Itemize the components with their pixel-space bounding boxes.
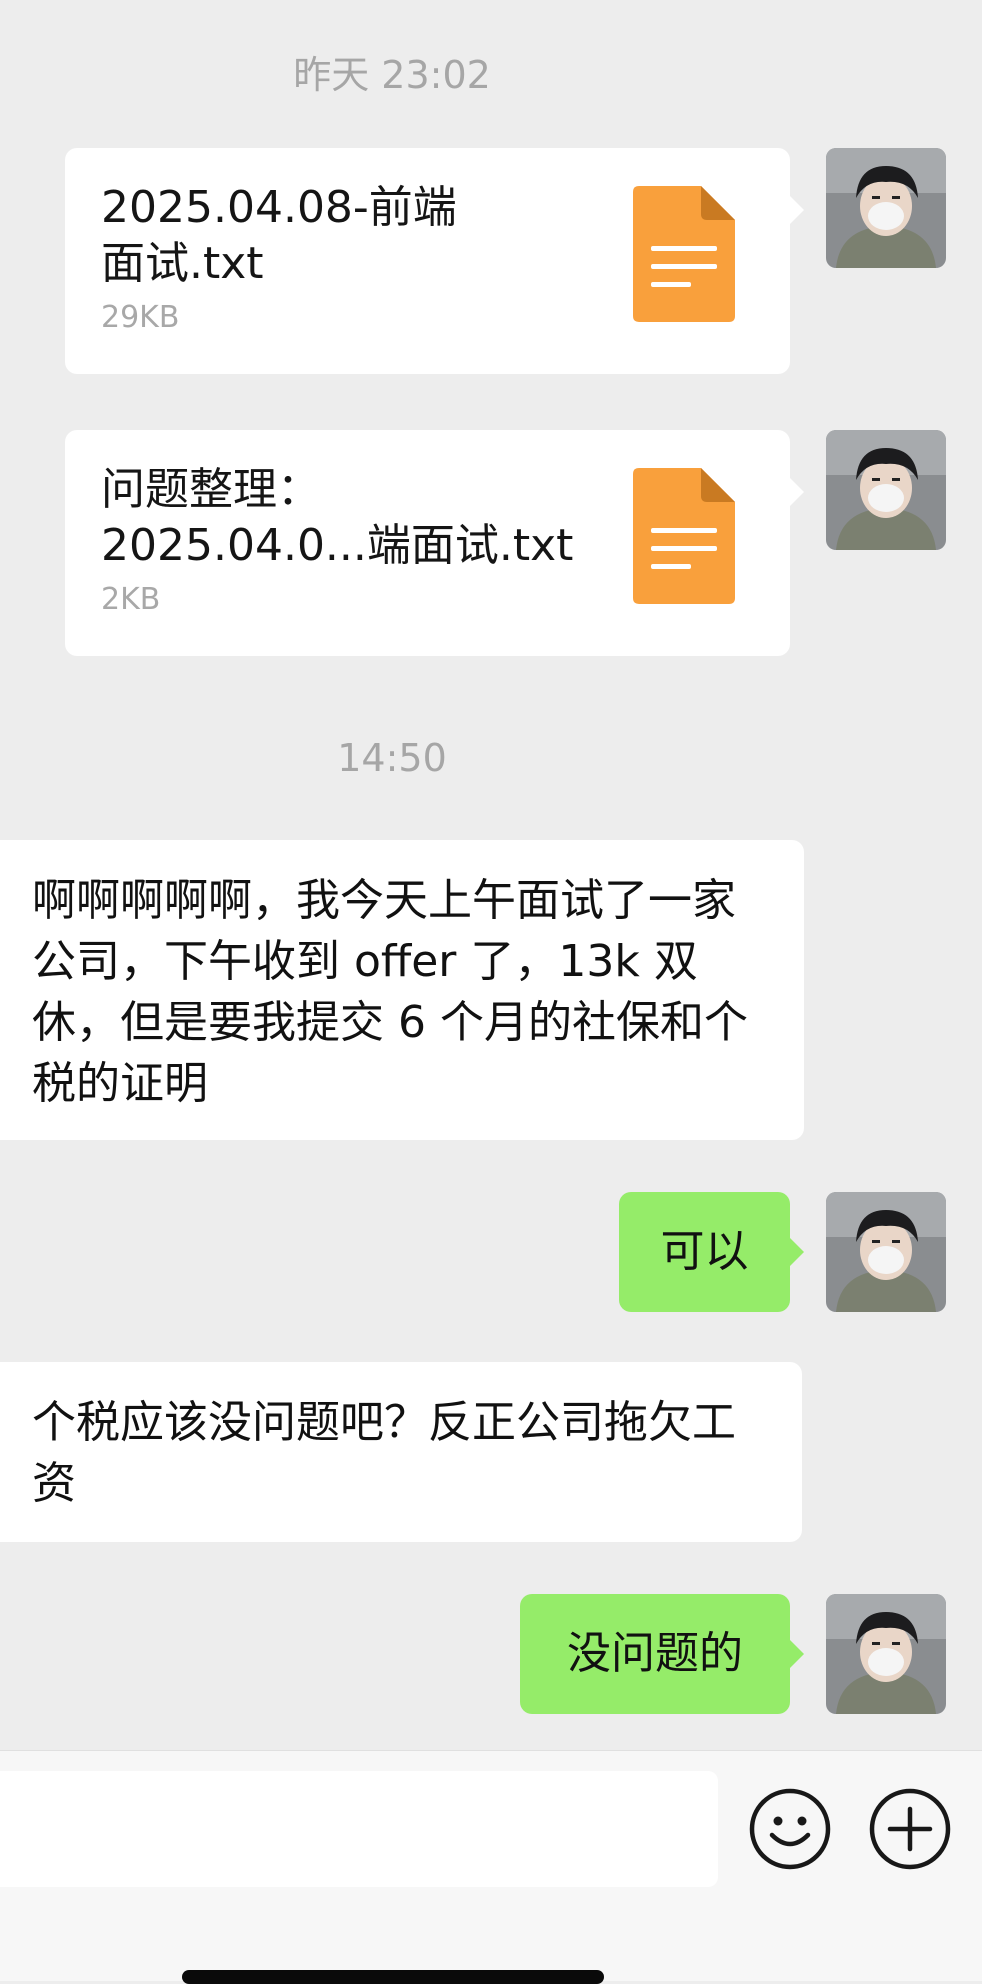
message-bubble-outgoing[interactable]: 没问题的 xyxy=(520,1594,804,1714)
message-bubble-incoming[interactable]: 啊啊啊啊啊，我今天上午面试了一家公司，下午收到 offer 了，13k 双休，但… xyxy=(0,840,804,1140)
file-name: 2025.04.08-前端 面试.txt xyxy=(101,182,457,289)
avatar[interactable] xyxy=(826,148,946,268)
file-size: 29KB xyxy=(101,300,180,335)
timestamp: 14:50 xyxy=(337,736,447,780)
document-icon xyxy=(633,186,735,326)
file-message[interactable]: 2025.04.08-前端 面试.txt 29KB xyxy=(65,148,804,374)
avatar[interactable] xyxy=(826,430,946,550)
document-icon xyxy=(633,468,735,608)
message-bubble-incoming[interactable]: 个税应该没问题吧？反正公司拖欠工资 xyxy=(0,1362,802,1542)
smiley-icon[interactable] xyxy=(748,1787,832,1871)
avatar[interactable] xyxy=(826,1594,946,1714)
avatar[interactable] xyxy=(826,1192,946,1312)
plus-circle-icon[interactable] xyxy=(868,1787,952,1871)
file-message[interactable]: 问题整理： 2025.04.0...端面试.txt 2KB xyxy=(65,430,804,656)
file-size: 2KB xyxy=(101,582,161,617)
message-input[interactable] xyxy=(0,1771,718,1887)
message-bubble-outgoing[interactable]: 可以 xyxy=(619,1192,804,1312)
timestamp: 昨天 23:02 xyxy=(293,53,491,97)
input-bar xyxy=(0,1750,982,1981)
file-name: 问题整理： 2025.04.0...端面试.txt xyxy=(101,464,574,571)
home-indicator xyxy=(182,1970,604,1984)
